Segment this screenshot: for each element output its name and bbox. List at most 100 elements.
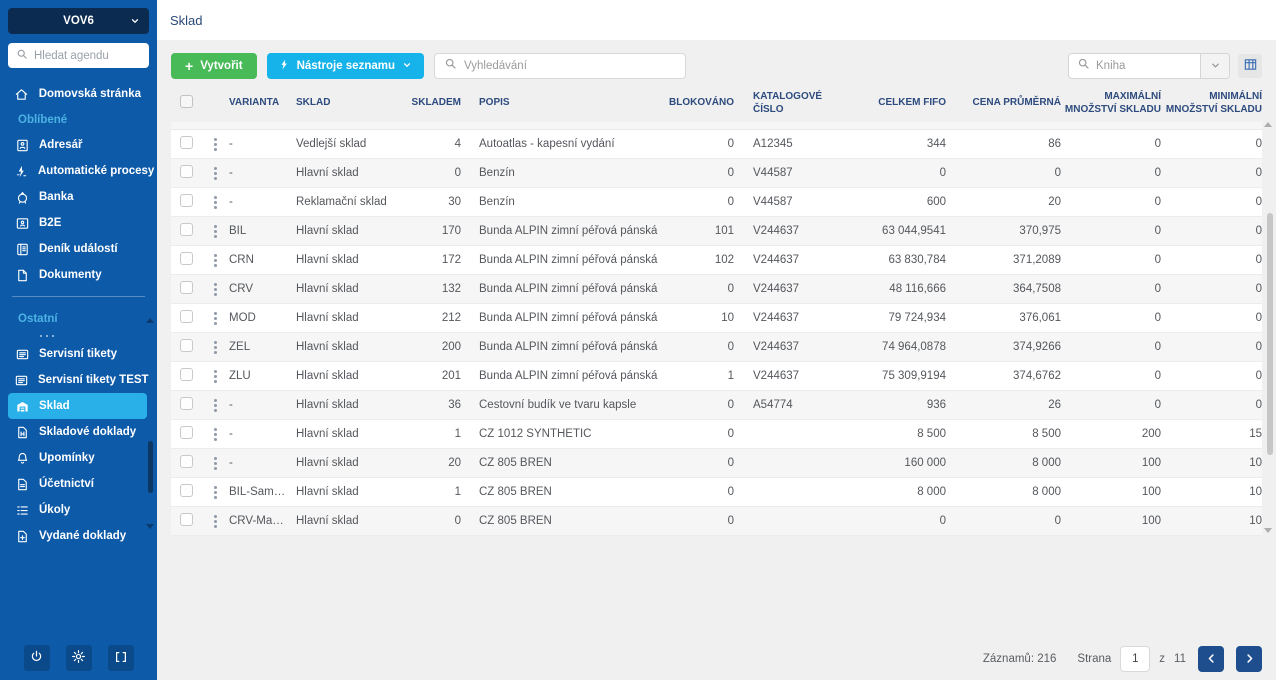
cell-celkem-fifo: 63 830,784 xyxy=(888,254,946,266)
table-row[interactable]: - Reklamační sklad 30 Benzín 0 V44587 60… xyxy=(171,188,1262,217)
row-menu-button[interactable] xyxy=(201,137,229,151)
row-menu-button[interactable] xyxy=(201,224,229,238)
row-menu-button[interactable] xyxy=(201,195,229,209)
cell-celkem-fifo: 936 xyxy=(926,399,946,411)
sidebar-item-servisni-tikety-test[interactable]: Servisní tikety TEST xyxy=(8,367,149,393)
fullscreen-button[interactable] xyxy=(107,645,134,671)
column-header-skladem[interactable]: SKLADEM xyxy=(401,97,461,110)
sidebar-item-adresar[interactable]: Adresář xyxy=(8,132,147,158)
agenda-search xyxy=(8,43,149,68)
sidebar-scroll-down-icon[interactable] xyxy=(146,524,154,529)
table-row[interactable]: - Hlavní sklad 36 Cestovní budík ve tvar… xyxy=(171,391,1262,420)
agenda-search-input[interactable] xyxy=(34,49,141,62)
row-checkbox[interactable] xyxy=(180,310,193,323)
sidebar-item-vydane-doklady[interactable]: Vydané doklady xyxy=(8,523,147,549)
row-menu-button[interactable] xyxy=(201,485,229,499)
table-search-input[interactable] xyxy=(464,60,677,72)
row-menu-button[interactable] xyxy=(201,427,229,441)
row-checkbox[interactable] xyxy=(180,252,193,265)
cell-sklad: Hlavní sklad xyxy=(296,341,359,353)
column-header-celkem-fifo[interactable]: CELKEM FIFO xyxy=(843,97,946,110)
chevron-down-icon xyxy=(402,60,412,73)
row-checkbox[interactable] xyxy=(180,426,193,439)
workspace-label: VOV6 xyxy=(63,15,94,27)
table-row[interactable]: ČRV-Ma… Hlavní sklad 0 CZ 805 BREN 0 0 0… xyxy=(171,507,1262,536)
row-menu-button[interactable] xyxy=(201,514,229,528)
table-row[interactable]: ZEL Hlavní sklad 200 Bunda ALPIN zimní p… xyxy=(171,333,1262,362)
sidebar-item-ukoly[interactable]: Úkoly xyxy=(8,497,147,523)
table-row[interactable]: ČRV Hlavní sklad 132 Bunda ALPIN zimní p… xyxy=(171,275,1262,304)
row-checkbox[interactable] xyxy=(180,484,193,497)
settings-button[interactable] xyxy=(65,645,92,671)
select-all-checkbox[interactable] xyxy=(180,94,193,108)
table-row[interactable]: - Hlavní sklad 1 CZ 1012 SYNTHETIC 0 8 5… xyxy=(171,420,1262,449)
scrollbar-thumb[interactable] xyxy=(1267,213,1273,455)
create-button[interactable]: + Vytvořit xyxy=(171,53,257,79)
table-row[interactable]: - Hlavní sklad 0 Benzín 0 V44587 0 0 0 0 xyxy=(171,159,1262,188)
row-checkbox[interactable] xyxy=(180,368,193,381)
row-checkbox[interactable] xyxy=(180,136,193,149)
cell-popis: Bunda ALPIN zimní péřová pánská xyxy=(479,254,658,266)
sidebar-item-dokumenty[interactable]: Dokumenty xyxy=(8,262,147,288)
row-checkbox[interactable] xyxy=(180,281,193,294)
book-filter-input[interactable] xyxy=(1096,60,1192,72)
scroll-down-icon[interactable] xyxy=(1264,528,1272,533)
column-header-maximalni-mnozstvi[interactable]: MAXIMÁLNÍ MNOŽSTVÍ SKLADU xyxy=(1061,91,1161,116)
table-row[interactable]: - Hlavní sklad 20 CZ 805 BREN 0 160 000 … xyxy=(171,449,1262,478)
row-checkbox[interactable] xyxy=(180,223,193,236)
sidebar-item-automaticke-procesy[interactable]: Automatické procesy xyxy=(8,158,154,184)
workspace-selector[interactable]: VOV6 xyxy=(8,8,149,34)
table-row[interactable]: BÍL Hlavní sklad 170 Bunda ALPIN zimní p… xyxy=(171,217,1262,246)
row-menu-button[interactable] xyxy=(201,340,229,354)
column-header-popis[interactable]: POPIS xyxy=(461,97,661,110)
sidebar-item-domovska-stranka[interactable]: Domovská stránka xyxy=(8,81,147,107)
row-menu-button[interactable] xyxy=(201,166,229,180)
cell-cena-prumerna: 374,9266 xyxy=(1013,341,1061,353)
column-header-sklad[interactable]: SKLAD xyxy=(296,97,401,110)
row-checkbox[interactable] xyxy=(180,339,193,352)
table-row[interactable]: BÍL-Sam… Hlavní sklad 1 CZ 805 BREN 0 8 … xyxy=(171,478,1262,507)
row-menu-button[interactable] xyxy=(201,398,229,412)
book-dropdown-button[interactable] xyxy=(1200,54,1229,78)
sidebar-item-upominky[interactable]: Upomínky xyxy=(8,445,147,471)
sidebar-item-servisni-tikety[interactable]: Servisní tikety xyxy=(8,341,147,367)
list-tools-button[interactable]: Nástroje seznamu xyxy=(266,53,425,79)
column-header-blokovano[interactable]: BLOKOVÁNO xyxy=(661,97,734,110)
table-row[interactable]: - Vedlejší sklad 4 Autoatlas - kapesní v… xyxy=(171,130,1262,159)
sidebar-scroll-up-icon[interactable] xyxy=(146,318,154,323)
sidebar-item-denik-udalosti[interactable]: Deník událostí xyxy=(8,236,147,262)
row-menu-button[interactable] xyxy=(201,253,229,267)
table-row[interactable]: ŽLU Hlavní sklad 201 Bunda ALPIN zimní p… xyxy=(171,362,1262,391)
sidebar-item-b2e[interactable]: B2E xyxy=(8,210,147,236)
plus-icon: + xyxy=(185,58,194,74)
cell-katalogove-cislo: V244637 xyxy=(753,312,800,324)
row-checkbox[interactable] xyxy=(180,455,193,468)
page-number-input[interactable] xyxy=(1120,646,1151,672)
sidebar-item-banka[interactable]: Banka xyxy=(8,184,147,210)
cell-minimalni-mnozstvi: 0 xyxy=(1255,254,1262,266)
sidebar-item-ucetnictvi[interactable]: Účetnictví xyxy=(8,471,147,497)
column-header-katalogove-cislo[interactable]: KATALOGOVÉ ČÍSLO xyxy=(734,91,843,116)
row-menu-button[interactable] xyxy=(201,282,229,296)
row-menu-button[interactable] xyxy=(201,456,229,470)
sidebar-item-sklad[interactable]: Sklad xyxy=(8,393,147,419)
logout-button[interactable] xyxy=(23,645,50,671)
row-checkbox[interactable] xyxy=(180,165,193,178)
table-row[interactable]: ČRN Hlavní sklad 172 Bunda ALPIN zimní p… xyxy=(171,246,1262,275)
row-menu-button[interactable] xyxy=(201,311,229,325)
row-checkbox[interactable] xyxy=(180,194,193,207)
next-page-button[interactable] xyxy=(1236,646,1262,672)
scroll-up-icon[interactable] xyxy=(1264,122,1272,127)
sidebar-scrollbar-thumb[interactable] xyxy=(148,441,153,493)
table-settings-button[interactable] xyxy=(1238,54,1262,78)
row-checkbox[interactable] xyxy=(180,513,193,526)
row-menu-button[interactable] xyxy=(201,369,229,383)
row-checkbox[interactable] xyxy=(180,397,193,410)
column-header-minimalni-mnozstvi[interactable]: MINIMÁLNÍ MNOŽSTVÍ SKLADU xyxy=(1161,91,1262,116)
column-header-cena-prumerna[interactable]: CENA PRŮMĚRNÁ xyxy=(946,97,1061,110)
previous-page-button[interactable] xyxy=(1198,646,1224,672)
table-row[interactable]: MOD Hlavní sklad 212 Bunda ALPIN zimní p… xyxy=(171,304,1262,333)
sidebar-item-skladove-doklady[interactable]: Skladové doklady xyxy=(8,419,147,445)
cell-maximalni-mnozstvi: 0 xyxy=(1154,312,1161,324)
column-header-varianta[interactable]: VARIANTA xyxy=(229,97,296,110)
